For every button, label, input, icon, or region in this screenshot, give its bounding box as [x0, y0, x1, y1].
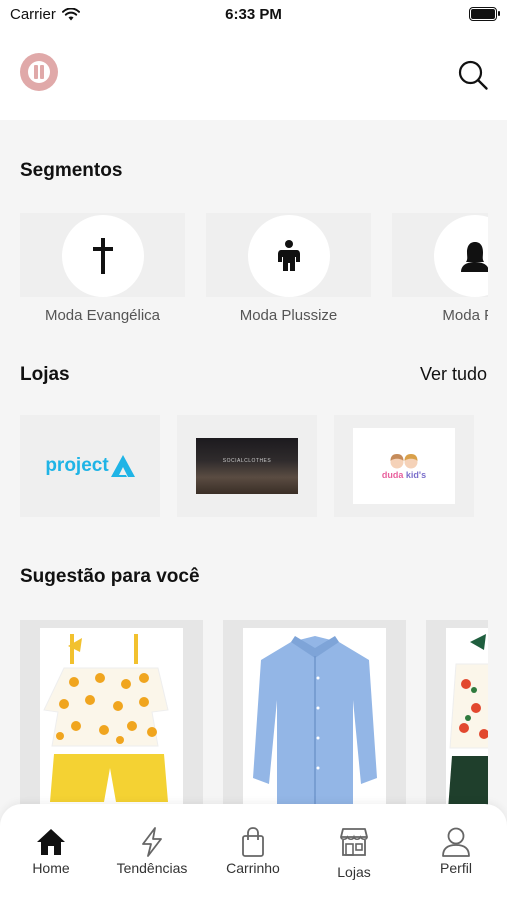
home-icon	[37, 829, 65, 855]
status-bar: Carrier 6:33 PM	[0, 0, 507, 28]
cross-icon	[93, 238, 113, 274]
store-image: duda kid's	[353, 428, 455, 504]
lightning-icon	[142, 827, 162, 857]
search-icon[interactable]	[457, 59, 489, 91]
segment-moda-feminina[interactable]: Moda Fer	[392, 213, 488, 333]
store-name: project	[45, 455, 109, 476]
product-image-yellow-outfit	[40, 628, 183, 810]
product-image-blue-shirt	[243, 628, 386, 810]
kids-faces-icon	[390, 453, 418, 468]
nav-tendencias[interactable]: Tendências	[107, 826, 197, 886]
plus-size-person-icon	[278, 240, 300, 271]
stores-title: Lojas	[20, 364, 70, 385]
nav-home[interactable]: Home	[6, 826, 96, 886]
product-image-floral-outfit	[446, 628, 488, 810]
woman-icon	[461, 242, 488, 272]
nav-label: Perfil	[440, 860, 472, 876]
project-logo: project	[45, 455, 135, 477]
segment-moda-evangelica[interactable]: Moda Evangélica	[20, 213, 185, 333]
wifi-icon	[61, 7, 80, 20]
nav-label: Lojas	[337, 864, 371, 880]
segment-label: Moda Fer	[442, 307, 488, 324]
stores-carousel[interactable]: project SOCIALCLOTHES duda kid's	[20, 415, 490, 517]
carrier-label: Carrier	[10, 5, 56, 23]
see-all-link[interactable]: Ver tudo	[420, 364, 487, 385]
nav-carrinho[interactable]: Carrinho	[208, 826, 298, 886]
segment-moda-plussize[interactable]: Moda Plussize	[206, 213, 371, 333]
segment-label: Moda Evangélica	[44, 307, 161, 324]
nav-label: Tendências	[116, 860, 188, 876]
segments-carousel[interactable]: Moda Evangélica Moda Plussize Moda Fer	[20, 213, 488, 333]
bottom-nav: Home Tendências Carrinho Lojas Perfil	[0, 804, 507, 900]
app-header	[0, 28, 507, 120]
battery-icon	[469, 7, 500, 21]
nav-lojas[interactable]: Lojas	[309, 826, 399, 886]
pause-logo-icon[interactable]	[20, 53, 58, 91]
user-icon	[442, 827, 470, 857]
segment-label: Moda Plussize	[239, 307, 338, 324]
product-card[interactable]	[426, 620, 488, 810]
suggestions-title: Sugestão para você	[20, 566, 200, 587]
store-project[interactable]: project	[20, 415, 160, 517]
suggestions-carousel[interactable]	[20, 620, 488, 810]
bag-icon	[242, 827, 264, 857]
duda-kids-wordmark: duda kid's	[381, 469, 427, 480]
status-left: Carrier	[10, 6, 80, 23]
triangle-logo-icon	[110, 455, 135, 477]
store-icon	[340, 828, 368, 856]
store-name: SOCIALCLOTHES	[222, 458, 272, 464]
store-duda-kids[interactable]: duda kid's	[334, 415, 474, 517]
store-image: SOCIALCLOTHES	[196, 438, 298, 494]
product-card[interactable]	[20, 620, 203, 810]
nav-label: Carrinho	[226, 860, 280, 876]
nav-label: Home	[32, 860, 70, 876]
store-socialclothes[interactable]: SOCIALCLOTHES	[177, 415, 317, 517]
segments-title: Segmentos	[20, 160, 123, 181]
nav-perfil[interactable]: Perfil	[411, 826, 501, 886]
product-card[interactable]	[223, 620, 406, 810]
